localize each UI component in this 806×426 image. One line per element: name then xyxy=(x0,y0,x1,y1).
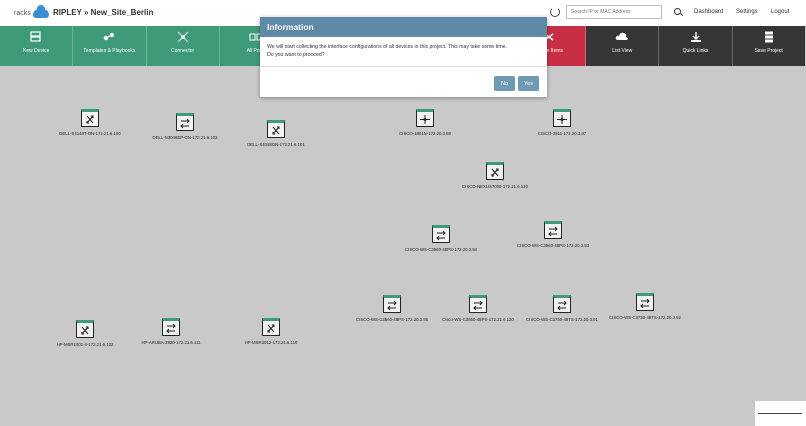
dialog-message-line: Do you want to proceed? xyxy=(267,52,325,58)
server-icon xyxy=(29,31,43,43)
device-node[interactable]: CISCO-WS-C3750-48TS-172.20.3.92 xyxy=(590,293,700,320)
dialog-message: We will start collecting the interface c… xyxy=(260,37,547,67)
dialog-message-line: We will start collecting the interface c… xyxy=(267,44,507,50)
router-icon xyxy=(267,120,285,138)
device-label: CISCO-1801N-172.20.3.98 xyxy=(399,131,451,136)
hub-icon xyxy=(416,109,434,127)
refresh-icon[interactable] xyxy=(550,7,560,17)
toolbar-label: Save Project xyxy=(754,48,783,54)
device-node[interactable]: CISCO-2811-172.20.3.97 xyxy=(507,109,617,136)
device-node[interactable]: CISCO-NEXUS7000-172.21.6.130 xyxy=(440,162,550,189)
device-label: CISCO-WS-C3560-48PS-172.20.3.94 xyxy=(404,247,478,252)
search-input[interactable] xyxy=(566,5,662,19)
switch-icon xyxy=(544,221,562,239)
device-node[interactable]: DELL-S4148T-ON-172.21.6.100 xyxy=(35,109,145,136)
device-label: CISCO-WS-C3560-48PS-172.20.3.93 xyxy=(516,243,590,248)
search-icon[interactable] xyxy=(674,8,681,15)
settings-link[interactable]: Settings xyxy=(736,9,758,15)
logo-text: racks xyxy=(14,9,31,17)
save-project-button[interactable]: Save Project xyxy=(732,26,805,66)
device-node[interactable]: CISCO-1801N-172.20.3.98 xyxy=(370,109,480,136)
hub-icon xyxy=(553,109,571,127)
yes-button[interactable]: Yes xyxy=(518,76,539,91)
switch-icon xyxy=(553,295,571,313)
router-icon xyxy=(76,320,94,338)
minimap-viewport xyxy=(758,413,802,414)
device-label: CISCO-WS-C3750-48TS-172.20.3.92 xyxy=(609,315,681,320)
app-logo[interactable]: racks xyxy=(14,4,49,20)
no-button[interactable]: No xyxy=(494,76,515,91)
switch-icon xyxy=(469,295,487,313)
device-node[interactable]: CISCO-WS-C3560-48PS-172.20.3.94 xyxy=(386,225,496,252)
list-view-button[interactable]: List View xyxy=(586,26,660,66)
breadcrumb[interactable]: RIPLEY » New_Site_Berlin xyxy=(53,8,153,17)
switch-icon xyxy=(176,113,194,131)
network-hub-icon xyxy=(176,31,190,43)
device-label: DELL-S4148T-ON-172.21.6.100 xyxy=(59,131,121,136)
device-label: CISCO-2811-172.20.3.97 xyxy=(537,131,587,136)
download-icon xyxy=(689,31,703,43)
toolbar-label: New Device xyxy=(22,48,50,54)
device-label: HP-ARUBA-2920-172.21.6.111 xyxy=(141,340,201,345)
dashboard-link[interactable]: Dashboard xyxy=(694,9,723,15)
device-label: CISCO-NEXUS7000-172.21.6.130 xyxy=(462,184,528,189)
toolbar-label: Connector xyxy=(171,48,195,54)
quick-links-button[interactable]: Quick Links xyxy=(659,26,733,66)
device-label: DELL-S4048ON-172.21.6.101 xyxy=(247,142,305,147)
save-stack-icon xyxy=(762,31,776,43)
ansible-icon xyxy=(102,31,116,43)
router-icon xyxy=(81,109,99,127)
switch-icon xyxy=(432,225,450,243)
device-node[interactable]: CISCO-WS-C3560-48PS-172.20.3.93 xyxy=(498,221,608,248)
device-node[interactable]: DELL-S4048ON-172.21.6.101 xyxy=(221,120,331,147)
router-icon xyxy=(486,162,504,180)
device-label: HP-MSR3012-172.21.6.110 xyxy=(244,340,298,345)
toolbar-label: List View xyxy=(612,48,633,54)
templates-playbooks-button[interactable]: Templates & Playbooks xyxy=(73,26,147,66)
toolbar-label: Quick Links xyxy=(682,48,709,54)
cloud-logo-icon xyxy=(32,4,49,18)
device-node[interactable]: HP-ARUBA-2920-172.21.6.111 xyxy=(116,318,226,345)
logout-link[interactable]: Logout xyxy=(771,9,789,15)
device-node[interactable]: HP-MSR3012-172.21.6.110 xyxy=(216,318,326,345)
topology-canvas[interactable]: DELL-S4148T-ON-172.21.6.100 DELL-N3048EP… xyxy=(0,66,806,426)
information-dialog: Information We will start collecting the… xyxy=(260,17,547,97)
switch-icon xyxy=(162,318,180,336)
cloud-icon xyxy=(615,31,629,43)
toolbar-label: Templates & Playbooks xyxy=(83,48,136,54)
connector-button[interactable]: Connector xyxy=(146,26,220,66)
dialog-title: Information xyxy=(260,17,547,37)
switch-icon xyxy=(636,293,654,311)
switch-icon xyxy=(383,295,401,313)
router-icon xyxy=(262,318,280,336)
minimap[interactable] xyxy=(755,401,806,426)
new-device-button[interactable]: New Device xyxy=(0,26,74,66)
